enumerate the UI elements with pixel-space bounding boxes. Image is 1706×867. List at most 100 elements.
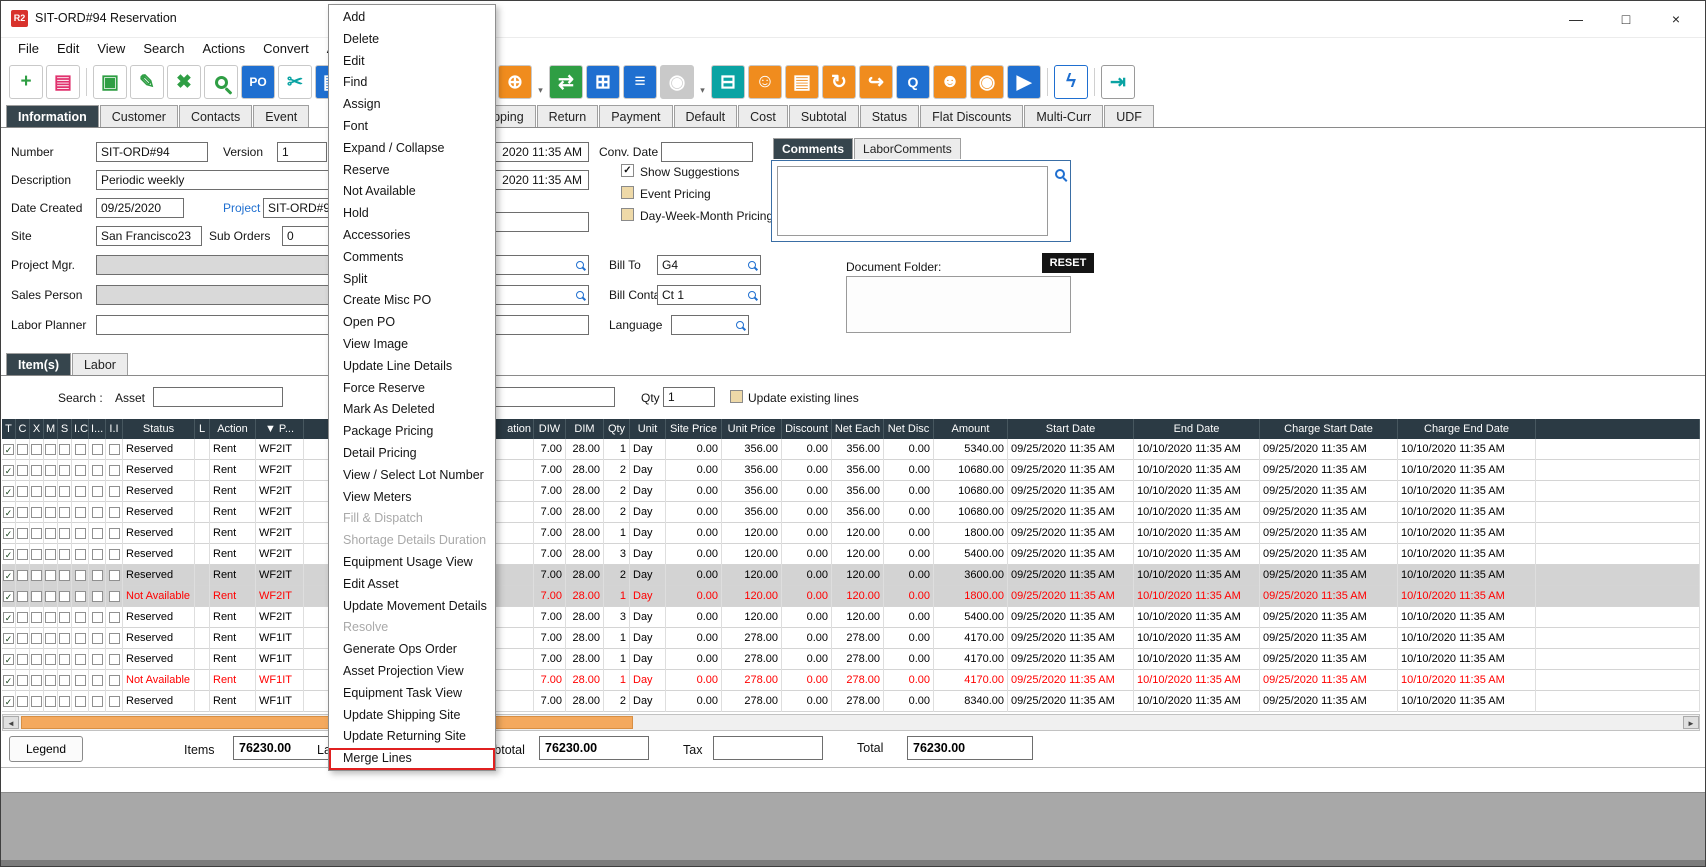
row-checkbox-c[interactable] (17, 675, 28, 686)
add-people-icon[interactable]: ☻ (933, 65, 967, 99)
tab-status[interactable]: Status (860, 105, 919, 127)
row-checkbox-i[interactable] (92, 507, 103, 518)
sub-orders-field[interactable]: 0 (282, 226, 332, 246)
row-checkbox-s[interactable] (59, 612, 70, 623)
row-checkbox-s[interactable] (59, 675, 70, 686)
row-checkbox-i-c[interactable] (75, 486, 86, 497)
tab-contacts[interactable]: Contacts (179, 105, 252, 127)
row-checkbox-i-i[interactable] (109, 465, 120, 476)
table-row-9[interactable]: ✓ReservedRentWF2IT7.0028.003Day0.00120.0… (2, 607, 1700, 628)
context-menu-item-reserve[interactable]: Reserve (329, 160, 495, 182)
row-checkbox-i-i[interactable] (109, 549, 120, 560)
truck-icon[interactable]: ▶ (1007, 65, 1041, 99)
search-icon[interactable] (204, 65, 238, 99)
qty-input[interactable]: 1 (663, 387, 715, 407)
table-row-2[interactable]: ✓ReservedRentWF2IT7.0028.002Day0.00356.0… (2, 460, 1700, 481)
bill-contact-field[interactable]: Ct 1 (657, 285, 761, 305)
row-checkbox-t[interactable]: ✓ (3, 507, 14, 518)
row-checkbox-t[interactable]: ✓ (3, 465, 14, 476)
document-folder-box[interactable] (846, 276, 1071, 333)
ship-contact-lookup-icon[interactable] (576, 291, 584, 299)
menubar-item-view[interactable]: View (88, 37, 134, 61)
update-existing-lines-checkbox[interactable] (730, 390, 743, 403)
context-menu-item-view-select-lot-number[interactable]: View / Select Lot Number (329, 465, 495, 487)
row-checkbox-m[interactable] (45, 444, 56, 455)
edit-icon[interactable]: ✎ (130, 65, 164, 99)
row-checkbox-x[interactable] (31, 675, 42, 686)
row-checkbox-m[interactable] (45, 633, 56, 644)
po-copy-icon[interactable]: PO (241, 65, 275, 99)
context-menu-item-accessories[interactable]: Accessories (329, 225, 495, 247)
tab-comments[interactable]: Comments (773, 138, 853, 159)
row-checkbox-i[interactable] (92, 612, 103, 623)
row-checkbox-c[interactable] (17, 465, 28, 476)
cart-dropdown-icon[interactable]: ▾ (535, 65, 546, 99)
row-checkbox-s[interactable] (59, 486, 70, 497)
refresh-icon[interactable]: ↻ (822, 65, 856, 99)
row-checkbox-i-c[interactable] (75, 549, 86, 560)
table-row-3[interactable]: ✓ReservedRentWF2IT7.0028.002Day0.00356.0… (2, 481, 1700, 502)
grid-view-icon[interactable]: ⊞ (586, 65, 620, 99)
scrollbar-thumb[interactable] (21, 716, 633, 729)
row-checkbox-x[interactable] (31, 444, 42, 455)
context-menu-item-edit[interactable]: Edit (329, 51, 495, 73)
row-checkbox-t[interactable]: ✓ (3, 612, 14, 623)
scroll-left-button[interactable]: ◄ (3, 716, 19, 729)
column-header-i[interactable]: I... (89, 419, 106, 439)
row-checkbox-t[interactable]: ✓ (3, 633, 14, 644)
row-checkbox-i[interactable] (92, 696, 103, 707)
column-header-diw[interactable]: DIW (534, 419, 566, 439)
column-header-start-date[interactable]: Start Date (1008, 419, 1134, 439)
table-row-11[interactable]: ✓ReservedRentWF1IT7.0028.001Day0.00278.0… (2, 649, 1700, 670)
menubar-item-convert[interactable]: Convert (254, 37, 318, 61)
row-checkbox-x[interactable] (31, 465, 42, 476)
table-row-10[interactable]: ✓ReservedRentWF1IT7.0028.001Day0.00278.0… (2, 628, 1700, 649)
tab-payment[interactable]: Payment (599, 105, 672, 127)
row-checkbox-x[interactable] (31, 654, 42, 665)
column-header-end-date[interactable]: End Date (1134, 419, 1260, 439)
row-checkbox-i-i[interactable] (109, 528, 120, 539)
row-checkbox-i[interactable] (92, 528, 103, 539)
ship-to-lookup-icon[interactable] (576, 261, 584, 269)
show-suggestions-checkbox[interactable] (621, 164, 634, 177)
row-checkbox-i-c[interactable] (75, 612, 86, 623)
row-checkbox-m[interactable] (45, 549, 56, 560)
row-checkbox-m[interactable] (45, 675, 56, 686)
event-pricing-checkbox[interactable] (621, 186, 634, 199)
table-row-8[interactable]: ✓Not AvailableRentWF2IT7.0028.001Day0.00… (2, 586, 1700, 607)
column-header-status[interactable]: Status (123, 419, 195, 439)
print-icon[interactable]: ▤ (46, 65, 80, 99)
export-doc-icon[interactable]: ↪ (859, 65, 893, 99)
row-checkbox-i[interactable] (92, 444, 103, 455)
row-checkbox-i-c[interactable] (75, 696, 86, 707)
org-chart-icon[interactable]: ⊟ (711, 65, 745, 99)
menubar-item-edit[interactable]: Edit (48, 37, 88, 61)
context-menu-item-update-shipping-site[interactable]: Update Shipping Site (329, 705, 495, 727)
row-checkbox-x[interactable] (31, 486, 42, 497)
row-checkbox-i-c[interactable] (75, 591, 86, 602)
row-checkbox-i-c[interactable] (75, 633, 86, 644)
context-menu-item-hold[interactable]: Hold (329, 203, 495, 225)
tab-multi-curr[interactable]: Multi-Curr (1024, 105, 1103, 127)
context-menu-item-merge-lines[interactable]: Merge Lines (329, 748, 495, 770)
row-checkbox-x[interactable] (31, 591, 42, 602)
column-header-m[interactable]: M (44, 419, 58, 439)
row-checkbox-i-c[interactable] (75, 675, 86, 686)
tab-flat-discounts[interactable]: Flat Discounts (920, 105, 1023, 127)
smiley-icon[interactable]: ☺ (748, 65, 782, 99)
bill-to-field[interactable]: G4 (657, 255, 761, 275)
context-menu-item-view-meters[interactable]: View Meters (329, 487, 495, 509)
context-menu-item-find[interactable]: Find (329, 72, 495, 94)
row-checkbox-c[interactable] (17, 570, 28, 581)
row-checkbox-i[interactable] (92, 570, 103, 581)
row-checkbox-t[interactable]: ✓ (3, 675, 14, 686)
column-header-x[interactable]: X (30, 419, 44, 439)
context-menu-item-split[interactable]: Split (329, 269, 495, 291)
context-menu-item-comments[interactable]: Comments (329, 247, 495, 269)
comments-search-icon[interactable] (1055, 169, 1065, 179)
column-header-c[interactable]: C (16, 419, 30, 439)
new-order-icon[interactable]: + (9, 65, 43, 99)
row-checkbox-i-c[interactable] (75, 528, 86, 539)
row-checkbox-t[interactable]: ✓ (3, 696, 14, 707)
context-menu-item-update-line-details[interactable]: Update Line Details (329, 356, 495, 378)
